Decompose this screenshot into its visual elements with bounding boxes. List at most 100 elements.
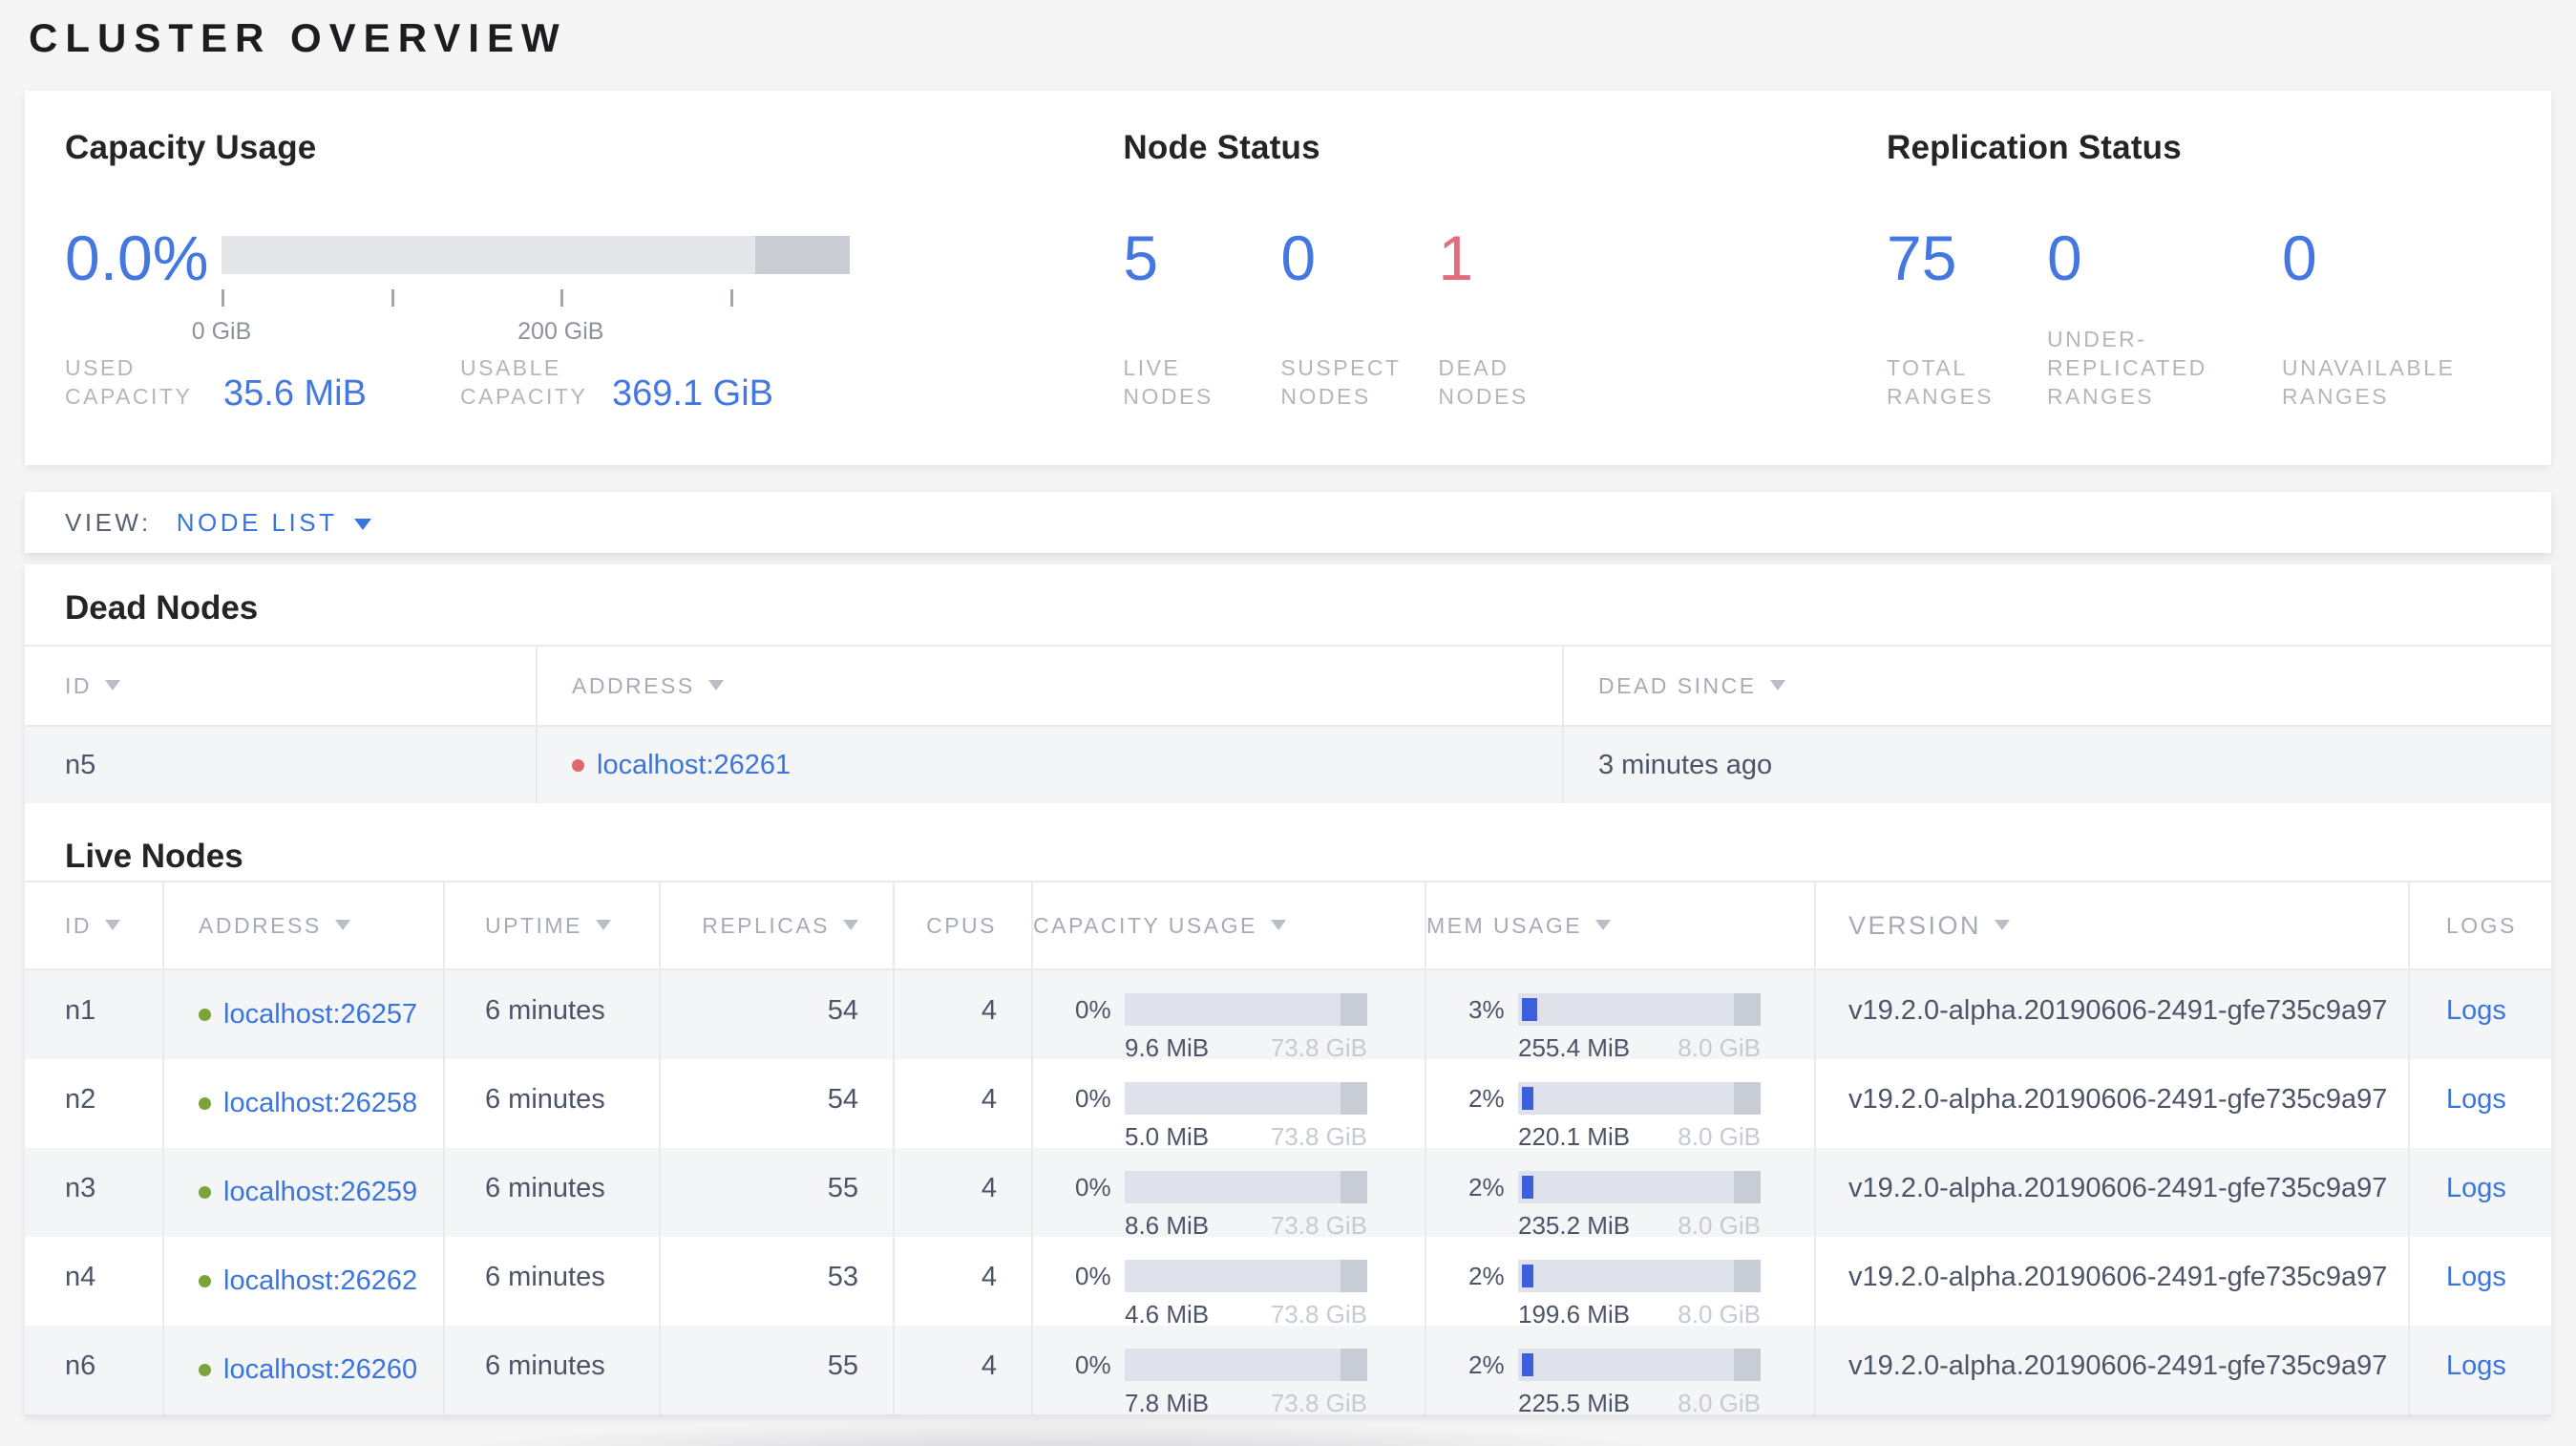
usable-capacity-label: USABLE CAPACITY <box>460 355 588 409</box>
logs-cell: Logs <box>2410 970 2551 1059</box>
cpus-cell: 4 <box>895 1237 1033 1326</box>
column-header-uptime[interactable]: UPTIME <box>445 882 661 968</box>
capacity-mini-bar <box>1125 1260 1367 1292</box>
sort-desc-icon <box>105 919 120 930</box>
axis-tick <box>729 289 733 307</box>
capacity-usage-title: Capacity Usage <box>65 129 317 166</box>
dead-status-icon <box>572 758 584 772</box>
logs-link[interactable]: Logs <box>2446 995 2506 1026</box>
total-ranges-stat: 75 TOTAL RANGES <box>1887 224 2047 411</box>
used-capacity-label: USED CAPACITY <box>65 355 193 409</box>
live-status-icon <box>199 1186 211 1199</box>
uptime-cell: 6 minutes <box>445 1237 661 1326</box>
used-capacity-value: 35.6 MiB <box>223 373 367 414</box>
node-status-title: Node Status <box>1123 129 1320 166</box>
live-status-icon <box>199 1275 211 1287</box>
view-selected-value: NODE LIST <box>176 507 338 537</box>
column-header-id[interactable]: ID <box>25 647 538 725</box>
mem-usage-cell: 2% 199.6 MiB 8.0 GiB <box>1426 1237 1816 1329</box>
node-address-link[interactable]: localhost:26259 <box>223 1177 417 1208</box>
node-status-section: Node Status 5 LIVE NODES 0 SUSPECT NODES… <box>1123 129 1887 417</box>
axis-tick <box>222 289 224 307</box>
node-address-link[interactable]: localhost:26257 <box>223 999 417 1031</box>
replicas-cell: 53 <box>661 1237 895 1326</box>
sort-desc-icon <box>1769 679 1785 691</box>
page-title: CLUSTER OVERVIEW <box>29 15 567 60</box>
mem-usage-cell: 2% 225.5 MiB 8.0 GiB <box>1426 1326 1816 1417</box>
mem-mini-bar <box>1518 1349 1761 1381</box>
node-address-cell: localhost:26261 <box>538 727 1564 803</box>
replicas-cell: 55 <box>661 1148 895 1237</box>
live-nodes-stat: 5 LIVE NODES <box>1123 224 1280 411</box>
version-cell: v19.2.0-alpha.20190606-2491-gfe735c9a97 <box>1816 1326 2410 1414</box>
logs-link[interactable]: Logs <box>2446 1350 2506 1381</box>
table-row: n5 localhost:26261 3 minutes ago <box>25 727 2551 803</box>
mem-mini-bar <box>1518 1260 1761 1292</box>
uptime-cell: 6 minutes <box>445 1148 661 1237</box>
cluster-summary-card: Capacity Usage 0.0% 0 GiB 200 GiB USED C… <box>25 91 2551 465</box>
capacity-mini-bar <box>1125 1082 1367 1115</box>
view-selector-dropdown[interactable]: NODE LIST <box>177 508 372 538</box>
column-header-address[interactable]: ADDRESS <box>164 882 445 968</box>
replicas-cell: 54 <box>661 970 895 1059</box>
cpus-cell: 4 <box>895 1326 1033 1414</box>
mem-mini-bar <box>1518 1082 1761 1115</box>
column-header-cpus: CPUS <box>895 882 1033 968</box>
unavailable-ranges-count: 0 <box>2282 223 2317 293</box>
mem-mini-bar <box>1518 1171 1761 1203</box>
mem-usage-cell: 2% 235.2 MiB 8.0 GiB <box>1426 1148 1816 1240</box>
live-nodes-count: 5 <box>1123 223 1159 293</box>
capacity-mini-bar <box>1125 1349 1367 1381</box>
sort-desc-icon <box>595 919 611 930</box>
column-header-replicas[interactable]: REPLICAS <box>661 882 895 968</box>
replication-status-title: Replication Status <box>1887 129 2182 166</box>
usable-capacity-value: 369.1 GiB <box>612 373 773 414</box>
logs-link[interactable]: Logs <box>2446 1262 2506 1292</box>
capacity-usage-cell: 0% 8.6 MiB 73.8 GiB <box>1033 1148 1426 1240</box>
total-ranges-label: TOTAL RANGES <box>1887 355 1995 409</box>
dead-nodes-stat: 1 DEAD NODES <box>1438 224 1887 411</box>
logs-link[interactable]: Logs <box>2446 1173 2506 1203</box>
capacity-usage-cell: 0% 4.6 MiB 73.8 GiB <box>1033 1237 1426 1329</box>
mem-mini-bar <box>1518 993 1761 1026</box>
column-header-dead-since[interactable]: DEAD SINCE <box>1564 647 2551 725</box>
axis-tick-label: 200 GiB <box>517 318 604 345</box>
table-row: n6 localhost:26260 6 minutes 55 4 0% 7.8… <box>25 1326 2551 1417</box>
nodes-tables-card: Dead Nodes ID ADDRESS DEAD SINCE n5 loca… <box>25 564 2551 1417</box>
node-address-link[interactable]: localhost:26262 <box>223 1265 417 1297</box>
logs-cell: Logs <box>2410 1059 2551 1148</box>
column-header-capacity-usage[interactable]: CAPACITY USAGE <box>1033 882 1426 968</box>
dead-nodes-table-header: ID ADDRESS DEAD SINCE <box>25 645 2551 727</box>
sort-desc-icon <box>105 679 120 691</box>
under-replicated-stat: 0 UNDER-REPLICATED RANGES <box>2047 224 2282 411</box>
dead-since-cell: 3 minutes ago <box>1598 749 1773 780</box>
node-address-cell: localhost:26257 <box>164 970 445 1059</box>
axis-tick-label: 0 GiB <box>191 318 252 345</box>
table-row: n4 localhost:26262 6 minutes 53 4 0% 4.6… <box>25 1237 2551 1329</box>
capacity-bar: 0 GiB 200 GiB <box>192 236 850 345</box>
capacity-axis: 0 GiB 200 GiB <box>192 274 850 345</box>
suspect-nodes-label: SUSPECT NODES <box>1280 355 1402 409</box>
logs-link[interactable]: Logs <box>2446 1084 2506 1115</box>
node-id-cell: n4 <box>25 1237 164 1326</box>
version-cell: v19.2.0-alpha.20190606-2491-gfe735c9a97 <box>1816 1059 2410 1148</box>
uptime-cell: 6 minutes <box>445 1059 661 1148</box>
suspect-nodes-stat: 0 SUSPECT NODES <box>1280 224 1438 411</box>
capacity-usage-cell: 0% 7.8 MiB 73.8 GiB <box>1033 1326 1426 1417</box>
node-address-cell: localhost:26260 <box>164 1326 445 1414</box>
under-replicated-count: 0 <box>2047 223 2082 293</box>
live-nodes-label: LIVE NODES <box>1123 355 1214 409</box>
version-cell: v19.2.0-alpha.20190606-2491-gfe735c9a97 <box>1816 970 2410 1059</box>
cpus-cell: 4 <box>895 1059 1033 1148</box>
capacity-mini-bar <box>1125 1171 1367 1203</box>
column-header-version[interactable]: VERSION <box>1816 882 2410 968</box>
column-header-id[interactable]: ID <box>25 882 164 968</box>
chevron-down-icon <box>354 519 372 530</box>
node-address-link[interactable]: localhost:26261 <box>597 750 791 781</box>
column-header-mem-usage[interactable]: MEM USAGE <box>1426 882 1816 968</box>
dead-nodes-label: DEAD NODES <box>1438 355 1529 409</box>
node-address-link[interactable]: localhost:26260 <box>223 1354 417 1386</box>
total-ranges-count: 75 <box>1887 223 1957 293</box>
column-header-address[interactable]: ADDRESS <box>538 647 1564 725</box>
node-address-link[interactable]: localhost:26258 <box>223 1088 417 1119</box>
